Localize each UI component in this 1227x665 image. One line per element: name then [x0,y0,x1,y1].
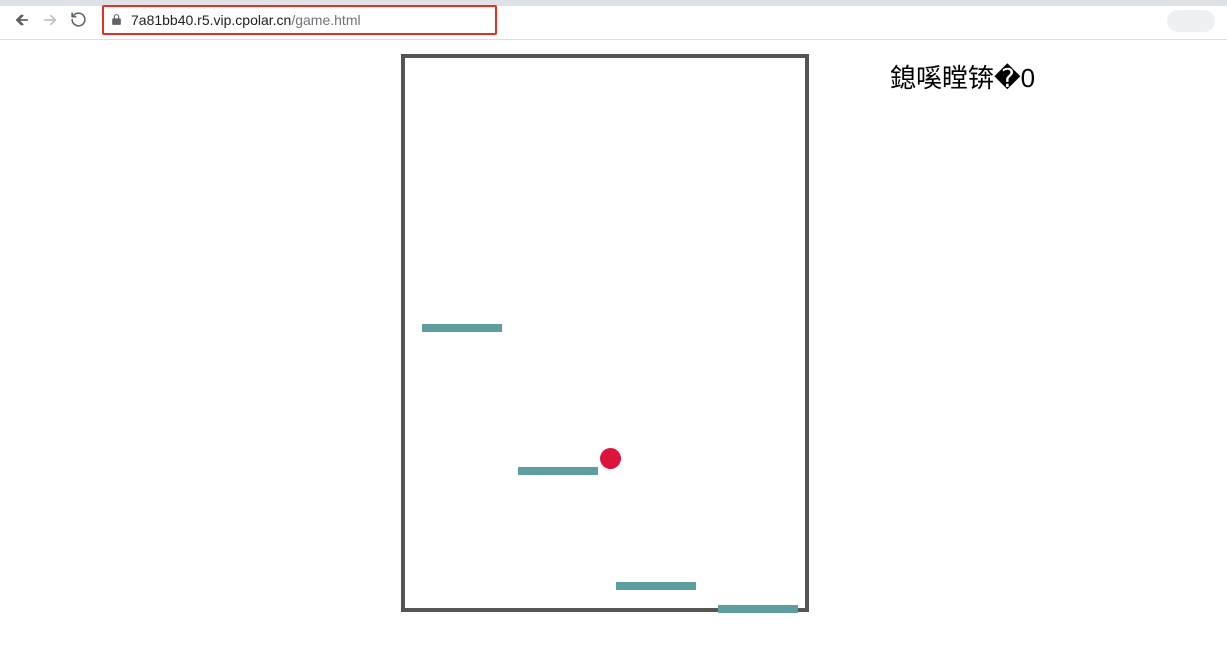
url-path: /game.html [291,12,360,28]
page-content: 鎴嗘瞠锛�0 [0,40,1227,665]
score-label: 鎴嗘瞠锛� [890,63,1021,93]
platform-3 [616,582,696,590]
platform-4 [718,605,798,613]
toolbar-right-pill [1167,10,1215,32]
score-display: 鎴嗘瞠锛�0 [890,58,1035,95]
arrow-left-icon [13,11,31,29]
arrow-right-icon [41,11,59,29]
url-host: 7a81bb40.r5.vip.cpolar.cn [131,12,291,28]
reload-button[interactable] [64,6,92,34]
reload-icon [70,11,87,28]
game-canvas[interactable] [401,54,809,612]
platform-1 [422,324,502,332]
back-button[interactable] [8,6,36,34]
url-text: 7a81bb40.r5.vip.cpolar.cn/game.html [131,12,361,28]
platform-2 [518,467,598,475]
address-bar[interactable]: 7a81bb40.r5.vip.cpolar.cn/game.html [102,5,497,35]
score-value: 0 [1021,63,1035,93]
lock-icon [110,13,123,26]
browser-toolbar: 7a81bb40.r5.vip.cpolar.cn/game.html [0,0,1227,40]
player-ball [600,448,621,469]
forward-button[interactable] [36,6,64,34]
